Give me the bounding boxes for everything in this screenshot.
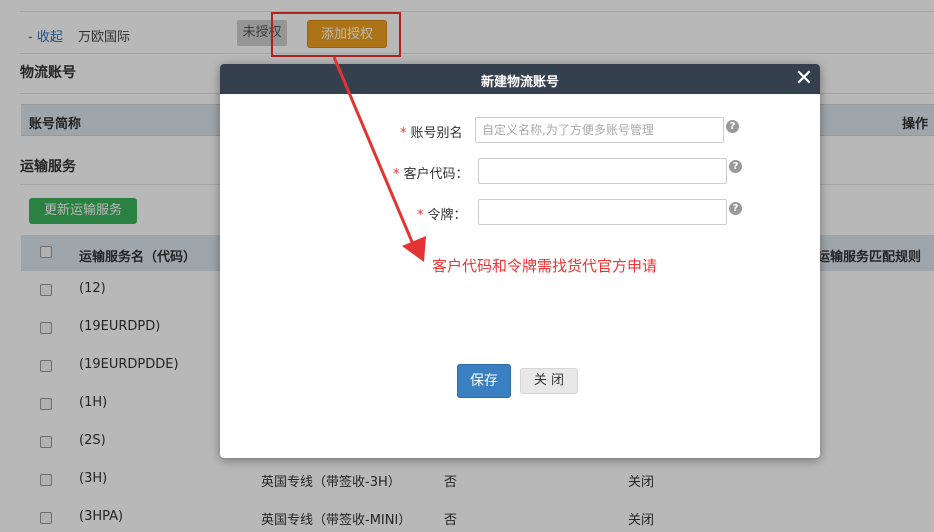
customer-code-label-text: 客户代码： [403, 167, 469, 182]
save-button[interactable]: 保存 [457, 364, 511, 398]
alias-input[interactable] [475, 117, 724, 143]
token-label: * 令牌： [417, 204, 467, 223]
token-input[interactable] [478, 199, 727, 225]
annotation-note: 客户代码和令牌需找货代官方申请 [432, 257, 658, 275]
customer-code-label: * 客户代码： [393, 163, 469, 182]
token-label-text: 令牌： [427, 208, 467, 223]
close-icon[interactable]: ✕ [792, 67, 816, 91]
form-row-alias: *账号别名 ? [220, 116, 820, 144]
close-button[interactable]: 关 闭 [520, 368, 578, 394]
customer-code-input[interactable] [478, 158, 727, 184]
help-icon[interactable]: ? [729, 160, 742, 173]
dialog-title: 新建物流账号 [480, 75, 559, 90]
dialog-header: 新建物流账号 ✕ [220, 64, 820, 94]
alias-label-text: 账号别名 [410, 126, 463, 141]
required-mark: * [400, 126, 407, 141]
form-row-token: * 令牌： ? [220, 198, 820, 226]
help-icon[interactable]: ? [729, 202, 742, 215]
required-mark: * [417, 208, 424, 223]
new-logistics-account-dialog: 新建物流账号 ✕ *账号别名 ? *客户代码： ? *令牌： ? 客户代码和令牌… [220, 64, 820, 458]
alias-label: * 账号别名 [400, 122, 463, 141]
help-icon[interactable]: ? [726, 120, 739, 133]
form-row-customer-code: * 客户代码： ? [220, 157, 820, 185]
required-mark: * [393, 167, 400, 182]
